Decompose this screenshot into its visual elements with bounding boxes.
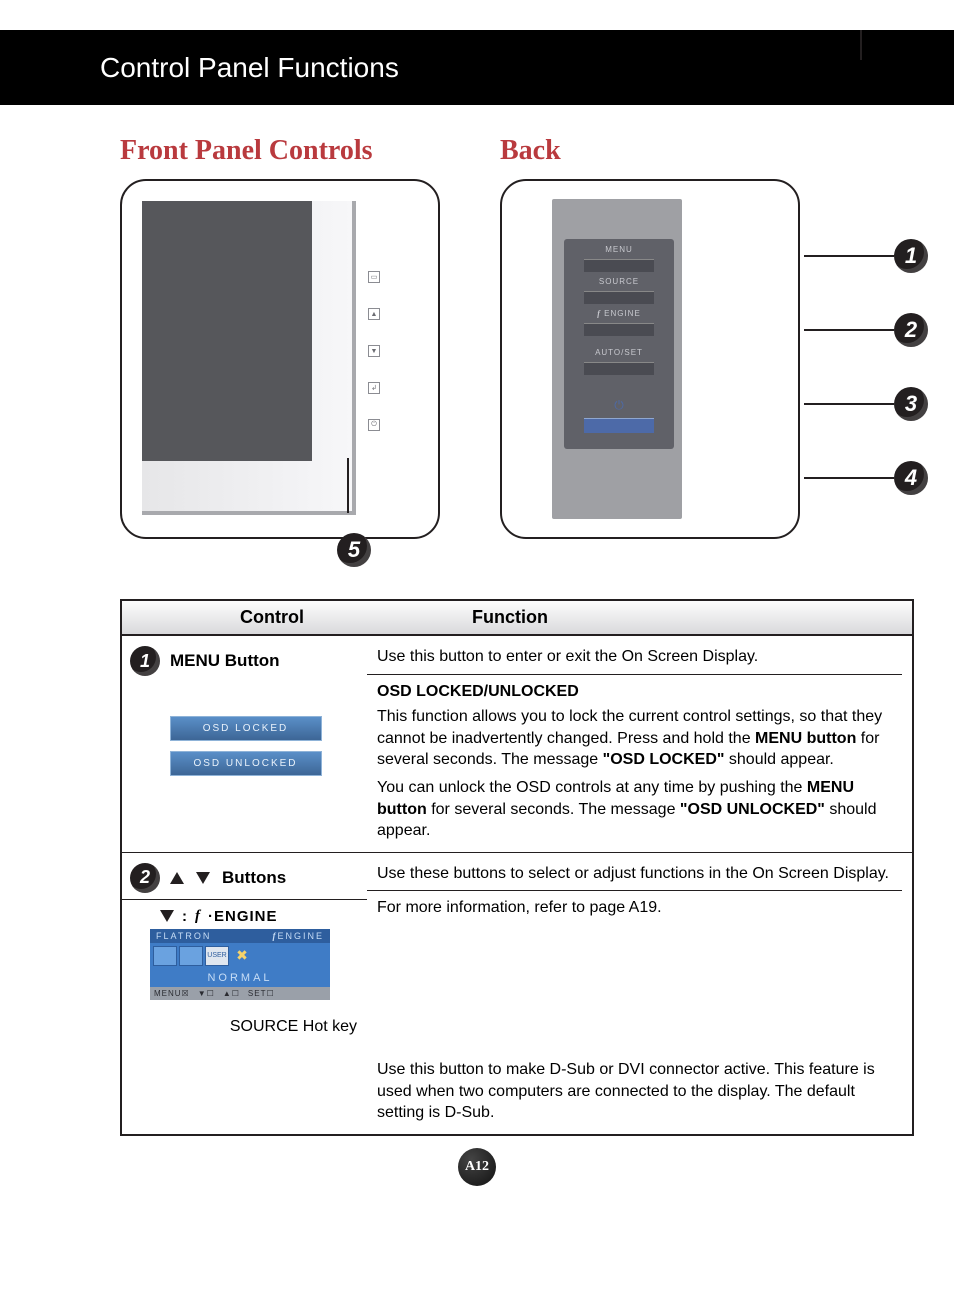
divider bbox=[122, 899, 367, 900]
menu-glyph-icon: ▭ bbox=[368, 271, 380, 283]
cell-function-arrows: Use these buttons to select or adjust fu… bbox=[367, 853, 912, 1134]
cell-control-menu: 1 MENU Button OSD LOCKED OSD UNLOCKED bbox=[122, 636, 367, 852]
back-button-menu bbox=[584, 259, 654, 272]
document-page: Control Panel Functions Front Panel Cont… bbox=[0, 30, 954, 1226]
col-header-function: Function bbox=[422, 607, 912, 628]
table-row-arrows: 2 Buttons : f·ENGINE FLATRON bbox=[122, 853, 912, 1134]
power-icon: ⏻ bbox=[614, 398, 624, 413]
divider bbox=[367, 890, 902, 891]
callout-number-5: 5 bbox=[337, 533, 371, 567]
divider bbox=[367, 674, 902, 675]
menu-desc: Use this button to enter or exit the On … bbox=[377, 646, 892, 668]
button-cluster: MENU SOURCE f ENGINE AUTO/SET ⏻ bbox=[564, 239, 674, 449]
callout-row-2: 2 bbox=[804, 313, 928, 347]
callout-row-1: 1 bbox=[804, 239, 928, 273]
down-arrow-icon bbox=[196, 872, 210, 884]
back-column: Back MENU SOURCE f ENGINE AUTO/SET ⏻ bbox=[500, 135, 800, 539]
callout-badge-5: 5 bbox=[337, 533, 371, 567]
front-heading: Front Panel Controls bbox=[120, 135, 440, 167]
back-button-up bbox=[584, 291, 654, 304]
callout-row-3: 3 bbox=[804, 387, 928, 421]
fe-mode-icon bbox=[179, 946, 203, 966]
callout-row-4: 4 bbox=[804, 461, 928, 495]
osd-subtitle: OSD LOCKED/UNLOCKED bbox=[377, 681, 892, 703]
row-badge-2: 2 bbox=[130, 863, 160, 893]
monitor-screen bbox=[142, 201, 312, 461]
menu-button-label: MENU Button bbox=[170, 651, 280, 671]
leader-line-3 bbox=[804, 403, 894, 405]
set-glyph-icon: ↲ bbox=[368, 382, 380, 394]
osd-locked-chip: OSD LOCKED bbox=[170, 716, 322, 741]
function-table: Control Function 1 MENU Button OSD LOCKE… bbox=[120, 599, 914, 1136]
front-column: Front Panel Controls ▭ ▲ ▼ ↲ ⏻ 5 bbox=[120, 135, 440, 539]
arrow-icons: Buttons bbox=[170, 868, 286, 888]
back-button-down bbox=[584, 323, 654, 336]
back-label-autoset: AUTO/SET bbox=[595, 348, 643, 357]
crop-mark bbox=[860, 30, 862, 60]
f-engine-line: : f·ENGINE bbox=[160, 908, 361, 925]
back-heading: Back bbox=[500, 135, 800, 167]
monitor-bezel: ▭ ▲ ▼ ↲ ⏻ bbox=[142, 201, 356, 515]
table-row-menu: 1 MENU Button OSD LOCKED OSD UNLOCKED Us… bbox=[122, 636, 912, 853]
leader-line-4 bbox=[804, 477, 894, 479]
monitor-back-body: MENU SOURCE f ENGINE AUTO/SET ⏻ bbox=[552, 199, 682, 519]
callout-number-2: 2 bbox=[894, 313, 928, 347]
down-arrow-icon bbox=[160, 910, 174, 922]
fe-mode-icon bbox=[153, 946, 177, 966]
engine-ref: For more information, refer to page A19. bbox=[377, 897, 892, 919]
leader-line-1 bbox=[804, 255, 894, 257]
page-title: Control Panel Functions bbox=[100, 52, 399, 84]
cell-control-arrows: 2 Buttons : f·ENGINE FLATRON bbox=[122, 853, 367, 1134]
osd-unlocked-chip: OSD UNLOCKED bbox=[170, 751, 322, 776]
callout-number-4: 4 bbox=[894, 461, 928, 495]
fe-engine-logo: fENGINE bbox=[272, 931, 324, 941]
back-label-source: SOURCE bbox=[599, 277, 639, 286]
front-panel-figure: ▭ ▲ ▼ ↲ ⏻ 5 bbox=[120, 179, 440, 539]
table-header: Control Function bbox=[122, 601, 912, 636]
fe-normal-label: NORMAL bbox=[150, 969, 330, 987]
power-glyph-icon: ⏻ bbox=[368, 419, 380, 431]
back-label-engine: f ENGINE bbox=[597, 309, 641, 318]
fe-user-icon: USER bbox=[205, 946, 229, 966]
side-button-strip: ▭ ▲ ▼ ↲ ⏻ bbox=[364, 271, 384, 431]
back-callout-stack: 1 2 3 4 bbox=[804, 239, 928, 495]
page-number-badge: A12 bbox=[458, 1148, 496, 1186]
up-glyph-icon: ▲ bbox=[368, 308, 380, 320]
arrows-desc: Use these buttons to select or adjust fu… bbox=[377, 863, 892, 885]
arrow-buttons-label: Buttons bbox=[222, 868, 286, 888]
f-engine-osd-preview: FLATRON fENGINE USER ✖ NORMAL MENU☒ ▼☐ ▲… bbox=[150, 929, 330, 1000]
back-panel-figure: MENU SOURCE f ENGINE AUTO/SET ⏻ bbox=[500, 179, 800, 539]
up-arrow-icon bbox=[170, 872, 184, 884]
leader-line-2 bbox=[804, 329, 894, 331]
back-label-menu: MENU bbox=[605, 245, 633, 254]
cell-function-menu: Use this button to enter or exit the On … bbox=[367, 636, 912, 852]
diagram-row: Front Panel Controls ▭ ▲ ▼ ↲ ⏻ 5 bbox=[0, 105, 954, 549]
source-desc: Use this button to make D-Sub or DVI con… bbox=[377, 1059, 892, 1124]
fe-nav-bar: MENU☒ ▼☐ ▲☐ SET☐ bbox=[150, 987, 330, 1000]
down-glyph-icon: ▼ bbox=[368, 345, 380, 357]
osd-paragraph-2: You can unlock the OSD controls at any t… bbox=[377, 777, 892, 842]
source-hotkey-label: SOURCE Hot key bbox=[130, 1018, 361, 1036]
callout-number-3: 3 bbox=[894, 387, 928, 421]
fe-flatron: FLATRON bbox=[156, 931, 211, 941]
leader-line-5 bbox=[347, 458, 349, 513]
col-header-control: Control bbox=[122, 607, 422, 628]
fe-close-icon: ✖ bbox=[231, 947, 253, 965]
back-button-power bbox=[584, 418, 654, 433]
back-button-autoset bbox=[584, 362, 654, 375]
callout-number-1: 1 bbox=[894, 239, 928, 273]
page-header: Control Panel Functions bbox=[0, 30, 954, 105]
row-badge-1: 1 bbox=[130, 646, 160, 676]
osd-paragraph-1: This function allows you to lock the cur… bbox=[377, 706, 892, 771]
